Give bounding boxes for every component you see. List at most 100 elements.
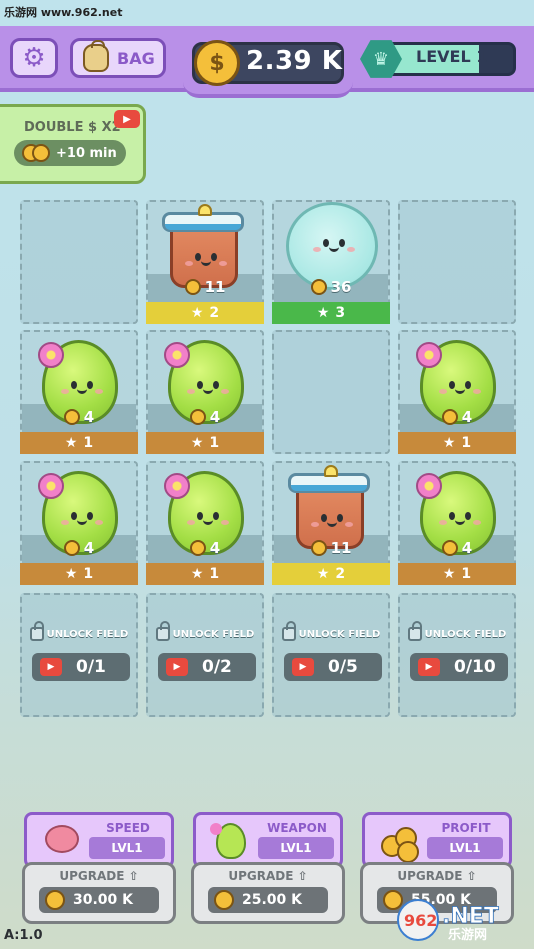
upgrade-level: LVL1 (427, 837, 503, 859)
eye (465, 512, 471, 520)
income-value: 4 (83, 408, 95, 426)
upgrade-button[interactable]: UPGRADE ⇧ 25.00 K (191, 862, 345, 924)
blush (187, 520, 195, 525)
upgrade-card-weapon: WEAPON LVL1 UPGRADE ⇧ 25.00 K (191, 812, 345, 924)
upgrade-title: SPEED (106, 821, 150, 835)
blob-creature-icon (206, 821, 252, 861)
flower-icon (416, 342, 442, 368)
unlock-video-button[interactable]: ▶ 0/1 (32, 653, 130, 681)
eye (337, 514, 343, 522)
eye (449, 381, 455, 389)
income-value: 4 (209, 539, 221, 557)
creature-face (187, 512, 229, 528)
eye (211, 253, 217, 261)
empty-cell[interactable] (272, 330, 390, 454)
star-icon: ★ (442, 566, 456, 582)
blush (221, 389, 229, 394)
upgrade-card-header: SPEED LVL1 (24, 812, 174, 868)
rank-value: 2 (335, 566, 346, 582)
mouth (203, 520, 213, 525)
unlock-field-label: UNLOCK FIELD (400, 621, 514, 641)
grid-cell[interactable]: 4 ★ 1 (20, 461, 138, 585)
svg-text:乐游网: 乐游网 (448, 927, 487, 943)
coin-icon (184, 279, 201, 295)
eye (449, 512, 455, 520)
eye (339, 239, 345, 247)
eye (71, 381, 77, 389)
creature-face (187, 381, 229, 397)
empty-cell[interactable] (398, 200, 516, 324)
eye (197, 381, 203, 389)
coin-icon: $ (194, 40, 240, 86)
mouth (201, 261, 211, 266)
coin-icon (310, 540, 327, 556)
bag-button[interactable]: BAG (70, 38, 166, 78)
locked-cell[interactable]: UNLOCK FIELD ▶ 0/10 (398, 593, 516, 717)
coin-icon (189, 409, 206, 425)
income-value: 11 (330, 539, 352, 557)
rank-bar: ★ 2 (272, 563, 390, 585)
eye (321, 514, 327, 522)
locked-cell[interactable]: UNLOCK FIELD ▶ 0/5 (272, 593, 390, 717)
grid-cell[interactable]: 11 ★ 2 (272, 461, 390, 585)
coin-icon (189, 540, 206, 556)
income-value: 4 (461, 539, 473, 557)
locked-cell[interactable]: UNLOCK FIELD ▶ 0/2 (146, 593, 264, 717)
creature-face (311, 514, 353, 530)
upgrade-button[interactable]: UPGRADE ⇧ 30.00 K (22, 862, 176, 924)
unlock-video-button[interactable]: ▶ 0/5 (284, 653, 382, 681)
grid-cell[interactable]: 4 ★ 1 (398, 461, 516, 585)
unlock-progress: 0/5 (328, 657, 358, 677)
level-label: LEVEL 1 (416, 47, 488, 66)
creature-face (439, 381, 481, 397)
watermark-logo: 962 .NET 乐游网 (397, 899, 499, 943)
lock-icon (155, 621, 170, 641)
rank-value: 3 (335, 305, 346, 321)
duration-text: +10 min (56, 145, 117, 161)
unlock-video-button[interactable]: ▶ 0/10 (410, 653, 508, 681)
grid-cell[interactable]: 36 ★ 3 (272, 200, 390, 324)
upgrade-price-value: 25.00 K (242, 892, 303, 908)
coin-symbol: $ (209, 50, 225, 76)
income-value: 4 (209, 408, 221, 426)
settings-button[interactable]: ⚙ (10, 38, 58, 78)
upgrade-card-header: PROFIT LVL1 (362, 812, 512, 868)
eye (87, 512, 93, 520)
upgrade-label: UPGRADE ⇧ (59, 869, 139, 883)
grid-cell[interactable]: 4 ★ 1 (146, 330, 264, 454)
blush (95, 520, 103, 525)
video-ad-icon: ▶ (418, 658, 440, 676)
blush (313, 247, 321, 252)
watermark-text: 乐游网 www.962.net (4, 6, 123, 19)
rank-bar: ★ 1 (20, 432, 138, 454)
cookie-creature[interactable] (286, 202, 378, 290)
flower-icon (164, 342, 190, 368)
income-value: 4 (83, 539, 95, 557)
mouth (77, 520, 87, 525)
unlock-progress: 0/2 (202, 657, 232, 677)
star-icon: ★ (190, 305, 204, 321)
grid-cell[interactable]: 4 ★ 1 (146, 461, 264, 585)
locked-cell[interactable]: UNLOCK FIELD ▶ 0/1 (20, 593, 138, 717)
rank-value: 1 (461, 435, 472, 451)
lock-icon (281, 621, 296, 641)
coin-icon (45, 890, 65, 910)
income-label: 36 (274, 278, 388, 296)
grid-cell[interactable]: 11 ★ 2 (146, 200, 264, 324)
grid-cell[interactable]: 4 ★ 1 (20, 330, 138, 454)
coin-icon (63, 540, 80, 556)
creature-face (439, 512, 481, 528)
rank-value: 1 (83, 435, 94, 451)
rank-bar: ★ 2 (146, 302, 264, 324)
upgrade-price-value: 30.00 K (73, 892, 134, 908)
creature-face (185, 253, 227, 269)
empty-cell[interactable] (20, 200, 138, 324)
blush (439, 520, 447, 525)
income-label: 11 (148, 278, 262, 296)
eye (323, 239, 329, 247)
mouth (203, 389, 213, 394)
grid-cell[interactable]: 4 ★ 1 (398, 330, 516, 454)
unlock-video-button[interactable]: ▶ 0/2 (158, 653, 256, 681)
mouth (455, 389, 465, 394)
rank-bar: ★ 3 (272, 302, 390, 324)
